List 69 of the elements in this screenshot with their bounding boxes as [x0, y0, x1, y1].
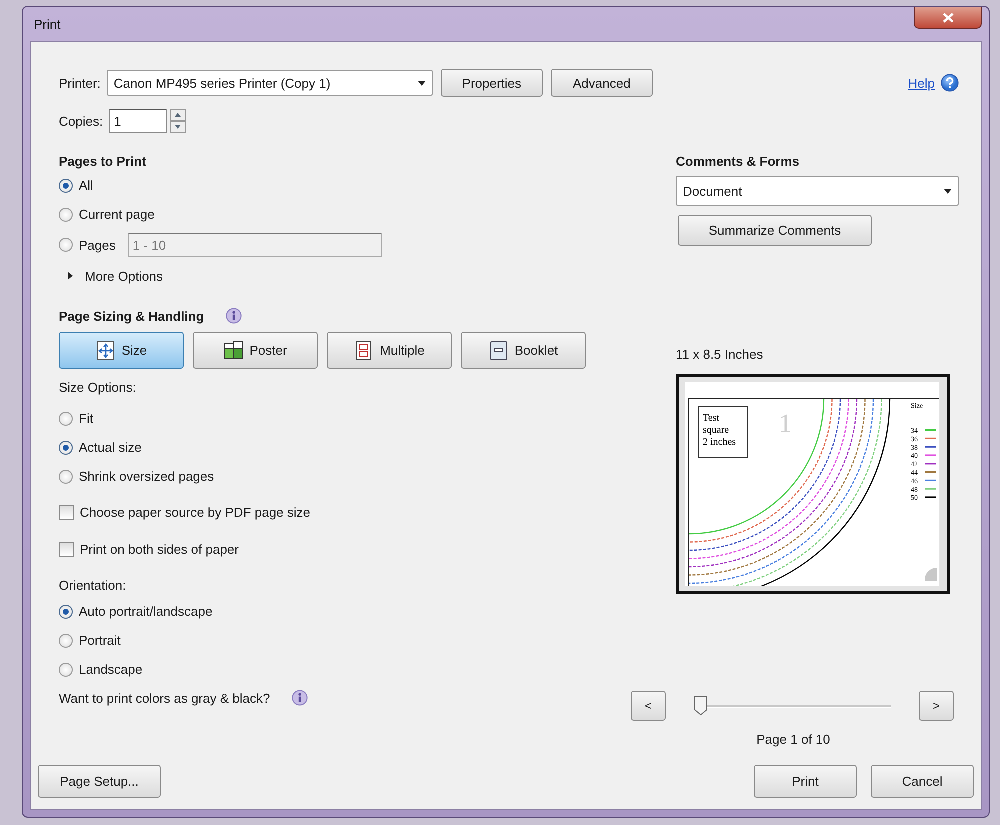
close-icon	[942, 12, 954, 22]
next-page-button[interactable]: >	[919, 691, 954, 721]
option-label: All	[79, 178, 94, 193]
window-title: Print	[33, 16, 61, 32]
printer-button[interactable]: Advanced	[550, 69, 653, 97]
test-square	[698, 406, 748, 458]
option-label: Fit	[79, 411, 94, 426]
stacked-pages-icon	[354, 340, 374, 360]
option-label: Actual size	[79, 440, 142, 455]
copies-field[interactable]: 1	[109, 109, 168, 133]
booklet-icon	[488, 340, 509, 360]
option-label: Landscape	[79, 662, 143, 677]
tiled-squares-icon	[224, 340, 244, 360]
grayscale-question: Want to print colors as gray & black?	[59, 690, 270, 706]
option-label: Auto portrait/landscape	[79, 604, 213, 619]
radio-button[interactable]	[59, 634, 73, 648]
print-button[interactable]: Print	[754, 765, 857, 798]
help-link[interactable]: Help	[908, 76, 935, 90]
printer-label: Printer:	[59, 76, 101, 90]
info-icon	[292, 690, 308, 706]
option-label: Portrait	[79, 633, 121, 648]
option-label: Print on both sides of paper	[80, 542, 239, 556]
printer-dropdown[interactable]: Canon MP495 series Printer (Copy 1)	[106, 70, 433, 96]
radio-button[interactable]	[59, 440, 73, 454]
copies-label: Copies:	[59, 114, 104, 128]
page-count-label: Page 1 of 10	[756, 730, 832, 749]
spinner-arrows-icon[interactable]	[170, 109, 186, 133]
radio-button[interactable]	[59, 604, 73, 618]
radio-button[interactable]	[59, 208, 73, 222]
page-corner-mark	[924, 568, 937, 581]
radio-button[interactable]	[59, 470, 73, 484]
page-setup-button[interactable]: Page Setup...	[38, 765, 161, 798]
options-label: Size Options:	[59, 378, 138, 397]
more-options-toggle[interactable]: More Options	[85, 268, 164, 284]
section-heading: Comments & Forms	[676, 152, 801, 170]
mode-button[interactable]: Poster	[193, 332, 318, 369]
section-heading: Page Sizing & Handling	[59, 308, 204, 324]
previous-page-button[interactable]: <	[631, 691, 666, 721]
dropdown-value: Canon MP495 series Printer (Copy 1)	[114, 76, 331, 90]
radio-button[interactable]	[59, 238, 73, 252]
help-icon	[941, 74, 959, 92]
info-icon	[226, 308, 242, 324]
printer-button[interactable]: Properties	[440, 69, 543, 97]
option-label: Choose paper source by PDF page size	[80, 504, 311, 520]
radio-button[interactable]	[59, 178, 73, 192]
paper-size-label: 11 x 8.5 Inches	[676, 346, 764, 364]
mode-button[interactable]: Size	[59, 332, 184, 369]
radio-button[interactable]	[59, 662, 73, 676]
option-label: Shrink oversized pages	[79, 469, 214, 484]
resize-arrows-icon	[96, 340, 116, 360]
summarize-button[interactable]: Summarize Comments	[678, 215, 872, 246]
test-square-text: Test square 2 inches	[703, 413, 736, 448]
close-button[interactable]	[914, 7, 982, 29]
mode-button[interactable]: Booklet	[461, 332, 586, 369]
options-label: Orientation:	[59, 576, 128, 594]
slider-thumb[interactable]	[694, 696, 708, 716]
cancel-button[interactable]: Cancel	[871, 765, 974, 798]
checkbox[interactable]	[59, 504, 74, 520]
triangle-icon[interactable]	[67, 272, 75, 280]
section-heading: Pages to Print	[59, 152, 148, 171]
caret-icon	[944, 188, 952, 194]
option-label: Pages	[79, 238, 116, 252]
caret-icon	[418, 80, 426, 86]
mode-button[interactable]: Multiple	[327, 332, 452, 369]
dropdown-value: Document	[683, 184, 742, 198]
comments-dropdown[interactable]: Document	[676, 176, 959, 206]
radio-button[interactable]	[59, 412, 73, 426]
checkbox[interactable]	[59, 542, 74, 556]
option-label: Current page	[79, 207, 155, 222]
